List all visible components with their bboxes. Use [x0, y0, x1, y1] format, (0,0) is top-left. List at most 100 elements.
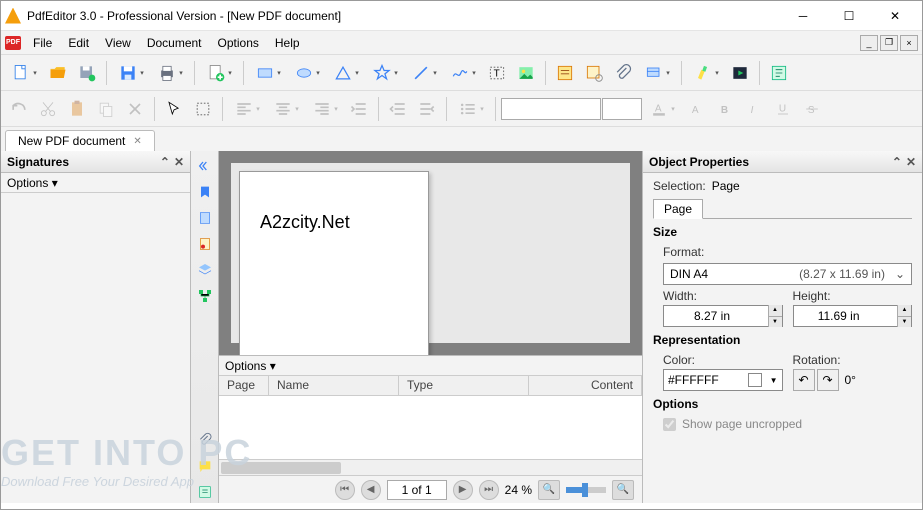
form-edit-tool[interactable] [765, 59, 793, 87]
col-content[interactable]: Content [529, 376, 642, 395]
print-button[interactable] [151, 59, 189, 87]
strikethrough-button[interactable]: S [798, 95, 826, 123]
copy-button[interactable] [92, 95, 120, 123]
app-icon [5, 8, 21, 24]
col-name[interactable]: Name [269, 376, 399, 395]
underline-button[interactable]: U [769, 95, 797, 123]
bold-button[interactable]: B [711, 95, 739, 123]
format-select[interactable]: DIN A4 (8.27 x 11.69 in) ⌄ [663, 263, 912, 285]
col-type[interactable]: Type [399, 376, 529, 395]
ellipse-tool[interactable] [288, 59, 326, 87]
panel-close-icon[interactable]: ✕ [174, 155, 184, 169]
next-page-button[interactable]: ▶ [453, 480, 473, 500]
menu-edit[interactable]: Edit [60, 34, 97, 52]
show-uncropped-checkbox[interactable]: Show page uncropped [663, 417, 912, 431]
menu-help[interactable]: Help [267, 34, 308, 52]
attachment-tool[interactable] [609, 59, 637, 87]
select-area-tool[interactable] [189, 95, 217, 123]
highlighter-tool[interactable] [687, 59, 725, 87]
nav-layers-icon[interactable] [194, 259, 216, 281]
width-input[interactable]: ▲▼ [663, 305, 783, 327]
stamp-tool[interactable] [638, 59, 676, 87]
pointer-tool[interactable] [160, 95, 188, 123]
nav-fields-icon[interactable] [194, 481, 216, 503]
close-tab-icon[interactable]: ✕ [133, 136, 141, 147]
document-tab[interactable]: New PDF document ✕ [5, 130, 155, 151]
paste-button[interactable] [63, 95, 91, 123]
props-tab-page[interactable]: Page [653, 199, 703, 219]
open-button[interactable] [44, 59, 72, 87]
nav-pages-back-icon[interactable] [194, 155, 216, 177]
note-tool[interactable] [580, 59, 608, 87]
menu-document[interactable]: Document [139, 34, 210, 52]
star-tool[interactable] [366, 59, 404, 87]
canvas-area[interactable]: A2zcity.Net [219, 151, 642, 355]
close-button[interactable]: ✕ [872, 1, 918, 31]
height-input[interactable]: ▲▼ [793, 305, 913, 327]
line-tool[interactable] [405, 59, 443, 87]
pdf-page[interactable]: A2zcity.Net [239, 171, 429, 355]
first-page-button[interactable]: ⏮ [335, 480, 355, 500]
zoom-out-button[interactable]: 🔍 [538, 480, 560, 500]
rotation-value: 0° [845, 373, 856, 387]
nav-attachments-icon[interactable] [194, 429, 216, 451]
mdi-restore[interactable]: ❐ [880, 35, 898, 51]
page-number-input[interactable] [387, 480, 447, 500]
mdi-close[interactable]: × [900, 35, 918, 51]
cut-button[interactable] [34, 95, 62, 123]
color-picker[interactable]: #FFFFFF ▼ [663, 369, 783, 391]
text-tool[interactable]: T [483, 59, 511, 87]
zoom-slider[interactable] [566, 487, 606, 493]
italic-button[interactable]: I [740, 95, 768, 123]
increase-indent-button[interactable] [345, 95, 373, 123]
save-button[interactable] [112, 59, 150, 87]
menu-options[interactable]: Options [210, 34, 267, 52]
rotate-cw-button[interactable]: ↷ [817, 369, 839, 391]
nav-bookmarks-icon[interactable] [194, 181, 216, 203]
menu-file[interactable]: File [25, 34, 60, 52]
nav-thumbnails-icon[interactable] [194, 207, 216, 229]
mdi-minimize[interactable]: _ [860, 35, 878, 51]
save-as-button[interactable] [73, 59, 101, 87]
bottom-options-dropdown[interactable]: Options ▾ [219, 356, 642, 376]
outdent-button[interactable] [413, 95, 441, 123]
signatures-options-dropdown[interactable]: Options ▾ [1, 173, 190, 193]
nav-tree-icon[interactable] [194, 285, 216, 307]
font-size-select[interactable] [602, 98, 642, 120]
media-tool[interactable] [726, 59, 754, 87]
panel-collapse-icon[interactable]: ⌃ [160, 155, 170, 169]
triangle-tool[interactable] [327, 59, 365, 87]
props-close-icon[interactable]: ✕ [906, 155, 916, 169]
form-field-tool[interactable] [551, 59, 579, 87]
font-highlight-button[interactable]: A [682, 95, 710, 123]
align-center-button[interactable] [267, 95, 305, 123]
mdi-window-controls: _ ❐ × [860, 35, 918, 51]
menu-view[interactable]: View [97, 34, 139, 52]
undo-button[interactable] [5, 95, 33, 123]
col-page[interactable]: Page [219, 376, 269, 395]
svg-text:A: A [692, 105, 699, 116]
image-tool[interactable] [512, 59, 540, 87]
font-color-button[interactable]: A [643, 95, 681, 123]
maximize-button[interactable]: ☐ [826, 1, 872, 31]
font-family-select[interactable] [501, 98, 601, 120]
nav-signatures-icon[interactable] [194, 233, 216, 255]
delete-button[interactable] [121, 95, 149, 123]
align-left-button[interactable] [228, 95, 266, 123]
props-collapse-icon[interactable]: ⌃ [892, 155, 902, 169]
selection-value: Page [712, 179, 740, 193]
rotate-ccw-button[interactable]: ↶ [793, 369, 815, 391]
bottom-scrollbar[interactable] [219, 459, 642, 475]
align-right-button[interactable] [306, 95, 344, 123]
nav-comments-icon[interactable] [194, 455, 216, 477]
add-page-button[interactable] [200, 59, 238, 87]
list-button[interactable] [452, 95, 490, 123]
new-document-button[interactable] [5, 59, 43, 87]
freehand-tool[interactable] [444, 59, 482, 87]
decrease-indent-button[interactable] [384, 95, 412, 123]
last-page-button[interactable]: ⏭ [479, 480, 499, 500]
prev-page-button[interactable]: ◀ [361, 480, 381, 500]
rectangle-tool[interactable] [249, 59, 287, 87]
minimize-button[interactable]: ─ [780, 1, 826, 31]
zoom-in-button[interactable]: 🔍 [612, 480, 634, 500]
